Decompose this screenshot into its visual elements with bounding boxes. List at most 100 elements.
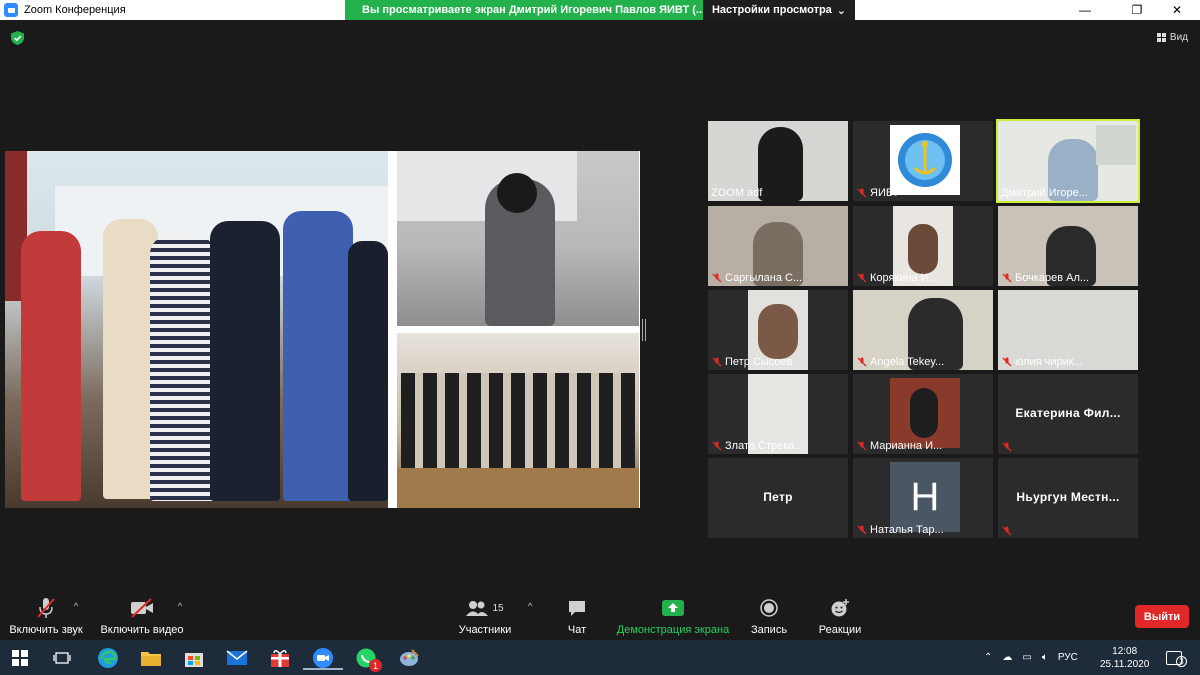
paint-app-icon[interactable] bbox=[397, 646, 421, 670]
whatsapp-icon[interactable]: 1 bbox=[354, 646, 382, 672]
participant-display-name: Петр bbox=[763, 490, 793, 504]
view-settings-button[interactable]: Настройки просмотра ⌄ bbox=[703, 0, 855, 20]
participant-name-row: Angela Tekey... bbox=[857, 356, 944, 368]
participant-tile-active-speaker[interactable]: Дмитрий Игоре... bbox=[996, 119, 1140, 203]
participant-tile[interactable]: Злата Стрека... bbox=[708, 374, 848, 454]
file-explorer-icon[interactable] bbox=[139, 646, 163, 670]
chevron-down-icon: ⌄ bbox=[836, 4, 847, 17]
participant-tile[interactable]: Ньургун Местн... bbox=[998, 458, 1138, 538]
audio-options-caret[interactable]: ^ bbox=[74, 601, 78, 611]
mic-muted-icon bbox=[857, 357, 867, 367]
active-app-indicator bbox=[303, 668, 343, 670]
mic-muted-icon bbox=[712, 357, 722, 367]
windows-taskbar: 1 ⌃ ☁ ▭ 🔈︎ РУС 12:08 25.11.2020 3 bbox=[0, 640, 1200, 675]
participant-tile[interactable]: Бочкарев Ал... bbox=[998, 206, 1138, 286]
participant-name-row: Петр Сысоев bbox=[712, 356, 792, 368]
language-indicator[interactable]: РУС bbox=[1058, 652, 1078, 663]
network-icon[interactable]: ▭ bbox=[1022, 652, 1031, 663]
participant-display-name: Ньургун Местн... bbox=[1016, 490, 1120, 504]
video-options-caret[interactable]: ^ bbox=[178, 601, 182, 611]
task-view-icon[interactable] bbox=[50, 646, 74, 670]
unmute-label: Включить звук bbox=[9, 624, 83, 636]
grid-icon bbox=[1156, 33, 1166, 42]
participant-tile[interactable]: H Наталья Тар... bbox=[853, 458, 993, 538]
reactions-label: Реакции bbox=[818, 624, 862, 636]
participant-tile[interactable]: Корякина И... bbox=[853, 206, 993, 286]
share-screen-icon bbox=[662, 600, 684, 616]
mic-muted-icon bbox=[857, 188, 867, 198]
mic-muted-icon bbox=[1002, 273, 1012, 283]
participant-tile[interactable]: Петр Сысоев bbox=[708, 290, 848, 370]
participant-name: Петр Сысоев bbox=[725, 356, 793, 368]
participant-tile[interactable]: Петр bbox=[708, 458, 848, 538]
edge-browser-icon[interactable] bbox=[96, 646, 120, 670]
leave-meeting-button[interactable]: Выйти bbox=[1135, 605, 1189, 628]
person-head bbox=[908, 224, 938, 274]
participant-name: Саргылана С... bbox=[725, 272, 803, 284]
singer-photo bbox=[397, 151, 639, 326]
action-center-button[interactable]: 3 bbox=[1166, 640, 1187, 675]
participant-name: Бочкарев Ал... bbox=[1015, 272, 1090, 284]
mic-muted-icon bbox=[857, 525, 867, 535]
person-blue-coat bbox=[283, 211, 353, 501]
zoom-taskbar-icon[interactable] bbox=[303, 646, 343, 670]
avatar-initial: H bbox=[890, 462, 960, 532]
panel-splitter[interactable] bbox=[642, 319, 646, 341]
participants-button[interactable]: 15 Участники bbox=[455, 597, 515, 636]
participant-name-row: Злата Стрека... bbox=[712, 440, 804, 452]
record-button[interactable]: Запись bbox=[748, 597, 790, 636]
start-video-button[interactable]: Включить видео bbox=[100, 597, 184, 636]
view-button[interactable]: Вид bbox=[1156, 32, 1188, 43]
notification-center-icon bbox=[1166, 650, 1182, 665]
participant-tile[interactable]: ZOOM adf bbox=[708, 121, 848, 201]
dance-photo bbox=[397, 333, 639, 508]
close-button[interactable]: ✕ bbox=[1154, 0, 1200, 20]
cloud-icon[interactable]: ☁ bbox=[1002, 652, 1012, 663]
clock-time: 12:08 bbox=[1112, 645, 1138, 657]
chat-label: Чат bbox=[567, 624, 587, 636]
participants-options-caret[interactable]: ^ bbox=[528, 601, 532, 611]
smiley-plus-icon bbox=[831, 599, 849, 617]
participant-name: Наталья Тар... bbox=[870, 524, 944, 536]
share-screen-button[interactable]: Демонстрация экрана bbox=[616, 597, 730, 636]
camera-off-icon bbox=[131, 598, 153, 618]
participant-name-row: юлия чирик... bbox=[1002, 356, 1083, 368]
person-red-dress bbox=[21, 231, 81, 501]
dancers-group bbox=[401, 373, 635, 468]
view-label: Вид bbox=[1169, 32, 1188, 43]
shared-screen[interactable] bbox=[5, 151, 640, 508]
minimize-button[interactable]: — bbox=[1062, 0, 1108, 20]
notification-badge: 1 bbox=[369, 659, 382, 672]
window-title: Zoom Конференция bbox=[24, 4, 126, 16]
participant-tile[interactable]: Angela Tekey... bbox=[853, 290, 993, 370]
participant-tile[interactable]: Марианна И... bbox=[853, 374, 993, 454]
participant-tile[interactable]: ЯИВТ bbox=[853, 121, 993, 201]
participant-name: Angela Tekey... bbox=[870, 356, 945, 368]
participant-tile[interactable]: Екатерина Фил... bbox=[998, 374, 1138, 454]
clock[interactable]: 12:08 25.11.2020 bbox=[1100, 640, 1149, 675]
unmute-button[interactable]: Включить звук bbox=[8, 597, 84, 636]
chat-button[interactable]: Чат bbox=[557, 597, 597, 636]
reactions-button[interactable]: Реакции bbox=[816, 597, 864, 636]
person-head bbox=[910, 388, 938, 438]
meeting-area: Вид ZOOM adf ЯИВТ Дмитрий Игоре... Саргы… bbox=[0, 20, 1200, 640]
participants-label: Участники bbox=[458, 624, 512, 636]
encryption-shield-icon[interactable] bbox=[11, 31, 24, 45]
participant-tile[interactable]: Саргылана С... bbox=[708, 206, 848, 286]
windows-start-icon[interactable] bbox=[8, 646, 32, 670]
participant-name-row: ЯИВТ bbox=[857, 187, 899, 199]
record-label: Запись bbox=[750, 624, 788, 636]
store-icon[interactable] bbox=[182, 646, 206, 670]
mail-icon[interactable] bbox=[225, 646, 249, 670]
participant-name: Злата Стрека... bbox=[725, 440, 804, 452]
volume-icon[interactable]: 🔈︎ bbox=[1042, 652, 1048, 663]
participant-tile[interactable]: юлия чирик... bbox=[998, 290, 1138, 370]
anchor-icon bbox=[898, 133, 952, 187]
person-striped bbox=[150, 236, 215, 501]
video-feed bbox=[758, 127, 803, 201]
wall-frames bbox=[1096, 125, 1136, 165]
tray-chevron-icon[interactable]: ⌃ bbox=[984, 652, 992, 663]
gift-app-icon[interactable] bbox=[268, 646, 292, 670]
participants-icon bbox=[466, 601, 489, 616]
mic-muted-icon bbox=[712, 441, 722, 451]
